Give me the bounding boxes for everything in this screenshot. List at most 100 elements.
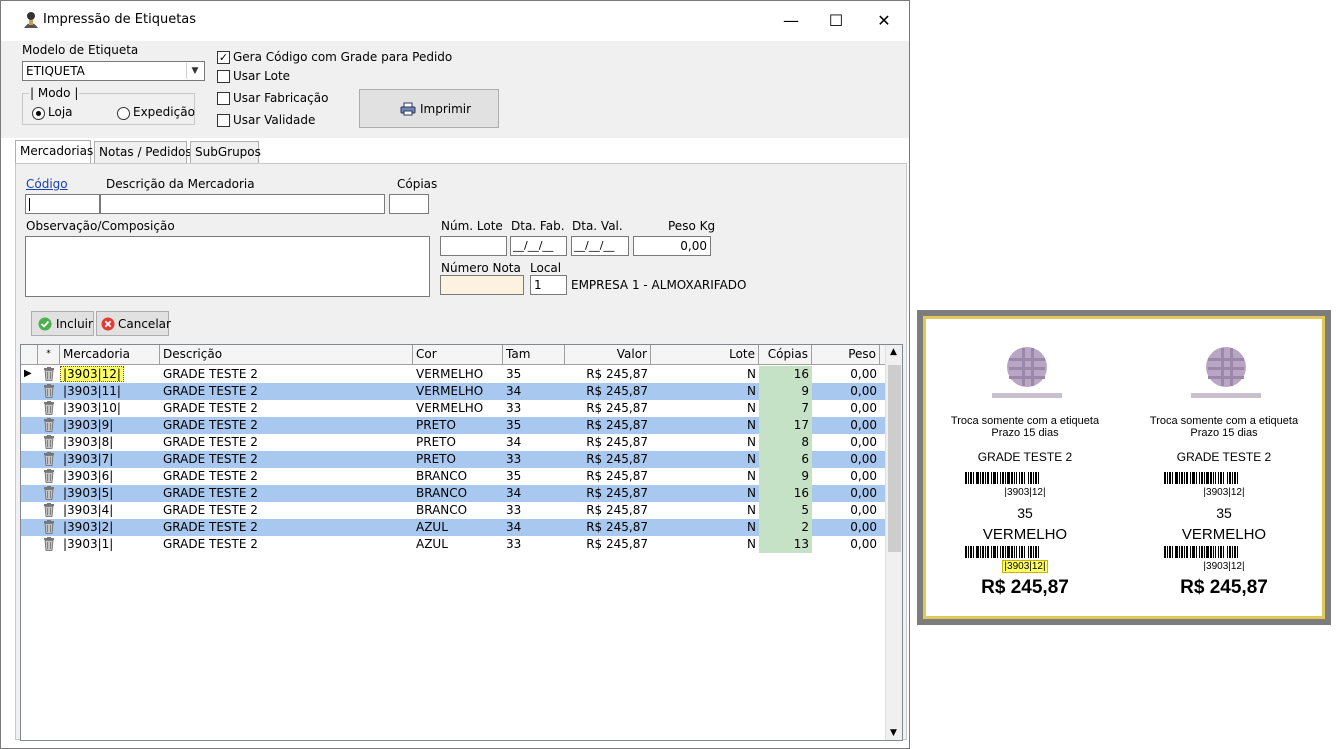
dta-fab-input[interactable]: __/__/__ [510, 236, 567, 256]
cell-tam[interactable]: 34 [503, 434, 565, 451]
table-row[interactable]: |3903|10| GRADE TESTE 2 VERMELHO 33 R$ 245,8… [21, 400, 887, 417]
cell-cor[interactable]: PRETO [413, 451, 503, 468]
cell-valor[interactable]: R$ 245,87 [565, 451, 651, 468]
cancelar-button[interactable]: Cancelar [96, 311, 171, 336]
scrollbar-thumb[interactable] [888, 365, 901, 552]
close-button[interactable]: ✕ [872, 9, 896, 33]
cell-peso[interactable]: 0,00 [812, 485, 880, 502]
table-row[interactable]: |3903|2| GRADE TESTE 2 AZUL 34 R$ 245,87 N 2 0,… [21, 519, 887, 536]
checkbox-usar-lote[interactable] [217, 70, 230, 83]
local-input[interactable]: 1 [530, 275, 567, 295]
descricao-input[interactable] [100, 194, 385, 214]
cell-cor[interactable]: AZUL [413, 536, 503, 553]
cell-tam[interactable]: 35 [503, 417, 565, 434]
cell-tam[interactable]: 34 [503, 519, 565, 536]
cell-copias[interactable]: 5 [759, 502, 812, 519]
cell-copias[interactable]: 6 [759, 451, 812, 468]
cell-copias[interactable]: 9 [759, 468, 812, 485]
cell-descricao[interactable]: GRADE TESTE 2 [160, 400, 413, 417]
table-row[interactable]: |3903|11| GRADE TESTE 2 VERMELHO 34 R$ 245,8… [21, 383, 887, 400]
radio-loja[interactable] [32, 107, 45, 120]
cell-mercadoria[interactable]: |3903|10| [60, 400, 160, 417]
cell-peso[interactable]: 0,00 [812, 451, 880, 468]
header-tam[interactable]: Tam [503, 345, 565, 365]
header-descricao[interactable]: Descrição [160, 345, 413, 365]
copias-input[interactable] [389, 194, 429, 214]
checkbox-gera-codigo[interactable]: ✓ [217, 51, 230, 64]
trash-icon[interactable] [38, 485, 60, 502]
cell-valor[interactable]: R$ 245,87 [565, 468, 651, 485]
cell-mercadoria[interactable]: |3903|12| [60, 366, 160, 383]
imprimir-button[interactable]: Imprimir [359, 89, 499, 128]
trash-icon[interactable] [38, 400, 60, 417]
scroll-down-icon[interactable]: ▼ [890, 728, 897, 738]
trash-icon[interactable] [38, 366, 60, 383]
cell-cor[interactable]: AZUL [413, 519, 503, 536]
cell-cor[interactable]: VERMELHO [413, 383, 503, 400]
header-lote[interactable]: Lote [651, 345, 759, 365]
cell-lote[interactable]: N [651, 536, 759, 553]
vertical-scrollbar[interactable]: ▲ ▼ [885, 345, 902, 740]
chevron-down-icon[interactable]: ▼ [186, 63, 203, 79]
cell-cor[interactable]: VERMELHO [413, 366, 503, 383]
trash-icon[interactable] [38, 417, 60, 434]
minimize-button[interactable]: — [779, 9, 803, 33]
cell-copias[interactable]: 8 [759, 434, 812, 451]
cell-lote[interactable]: N [651, 451, 759, 468]
table-row[interactable]: |3903|6| GRADE TESTE 2 BRANCO 35 R$ 245,87 N 9… [21, 468, 887, 485]
cell-tam[interactable]: 35 [503, 366, 565, 383]
tab-subgrupos[interactable]: SubGrupos [190, 141, 261, 163]
cell-valor[interactable]: R$ 245,87 [565, 383, 651, 400]
cell-descricao[interactable]: GRADE TESTE 2 [160, 502, 413, 519]
cell-tam[interactable]: 33 [503, 451, 565, 468]
cell-copias[interactable]: 2 [759, 519, 812, 536]
tab-notas-pedidos[interactable]: Notas / Pedidos [94, 141, 192, 163]
cell-valor[interactable]: R$ 245,87 [565, 417, 651, 434]
cell-mercadoria[interactable]: |3903|11| [60, 383, 160, 400]
cell-peso[interactable]: 0,00 [812, 400, 880, 417]
cell-tam[interactable]: 34 [503, 485, 565, 502]
tab-mercadorias[interactable]: Mercadorias [15, 140, 93, 164]
trash-icon[interactable] [38, 468, 60, 485]
table-row[interactable]: |3903|5| GRADE TESTE 2 BRANCO 34 R$ 245,87 N 1… [21, 485, 887, 502]
observacao-textarea[interactable] [25, 236, 430, 297]
table-row[interactable]: |3903|9| GRADE TESTE 2 PRETO 35 R$ 245,87 N 17… [21, 417, 887, 434]
cell-mercadoria[interactable]: |3903|2| [60, 519, 160, 536]
cell-copias[interactable]: 9 [759, 383, 812, 400]
cell-cor[interactable]: VERMELHO [413, 400, 503, 417]
cell-lote[interactable]: N [651, 502, 759, 519]
cell-copias[interactable]: 7 [759, 400, 812, 417]
header-valor[interactable]: Valor [565, 345, 651, 365]
cell-tam[interactable]: 33 [503, 536, 565, 553]
cell-descricao[interactable]: GRADE TESTE 2 [160, 383, 413, 400]
header-mercadoria[interactable]: Mercadoria [60, 345, 160, 365]
cell-peso[interactable]: 0,00 [812, 366, 880, 383]
cell-lote[interactable]: N [651, 383, 759, 400]
cell-peso[interactable]: 0,00 [812, 383, 880, 400]
cell-descricao[interactable]: GRADE TESTE 2 [160, 417, 413, 434]
cell-valor[interactable]: R$ 245,87 [565, 536, 651, 553]
cell-valor[interactable]: R$ 245,87 [565, 366, 651, 383]
cell-mercadoria[interactable]: |3903|9| [60, 417, 160, 434]
table-row[interactable]: |3903|4| GRADE TESTE 2 BRANCO 33 R$ 245,87 N 5… [21, 502, 887, 519]
cell-lote[interactable]: N [651, 366, 759, 383]
modelo-select[interactable]: ETIQUETA ▼ [22, 61, 205, 81]
table-row[interactable]: |3903|7| GRADE TESTE 2 PRETO 33 R$ 245,87 N 6 0… [21, 451, 887, 468]
cell-peso[interactable]: 0,00 [812, 417, 880, 434]
cell-valor[interactable]: R$ 245,87 [565, 434, 651, 451]
cell-peso[interactable]: 0,00 [812, 519, 880, 536]
cell-mercadoria[interactable]: |3903|1| [60, 536, 160, 553]
cell-lote[interactable]: N [651, 519, 759, 536]
cell-copias[interactable]: 17 [759, 417, 812, 434]
codigo-input[interactable] [25, 194, 100, 214]
cell-valor[interactable]: R$ 245,87 [565, 502, 651, 519]
cell-descricao[interactable]: GRADE TESTE 2 [160, 519, 413, 536]
cell-cor[interactable]: BRANCO [413, 485, 503, 502]
cell-peso[interactable]: 0,00 [812, 502, 880, 519]
cell-descricao[interactable]: GRADE TESTE 2 [160, 366, 413, 383]
checkbox-usar-validade[interactable] [217, 114, 230, 127]
num-lote-input[interactable] [440, 236, 507, 256]
cell-descricao[interactable]: GRADE TESTE 2 [160, 434, 413, 451]
peso-input[interactable]: 0,00 [633, 236, 711, 256]
cell-descricao[interactable]: GRADE TESTE 2 [160, 485, 413, 502]
